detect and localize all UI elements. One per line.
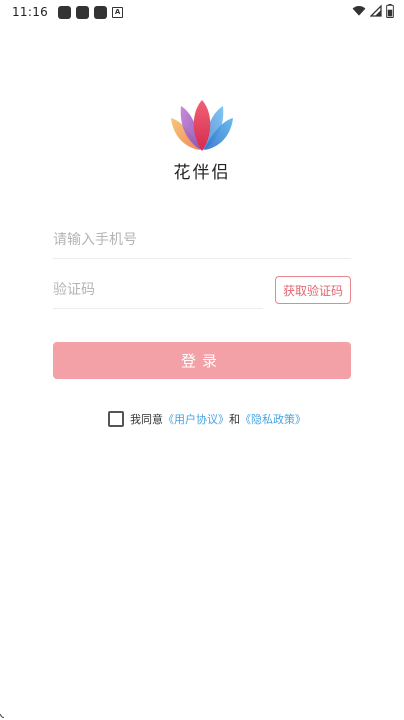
notification-icon [58,5,72,19]
phone-field [53,222,351,259]
signal-icon [370,4,382,17]
privacy-policy-link[interactable]: 《隐私政策》 [240,411,306,427]
agreement-conjunction: 和 [229,413,240,426]
status-bar: 11:16 A [0,0,404,24]
user-agreement-link[interactable]: 《用户协议》 [163,411,229,427]
get-verification-code-button[interactable]: 获取验证码 [275,276,351,304]
phone-input[interactable] [53,232,351,248]
wifi-icon [352,6,366,16]
agreement-row: 我同意 《用户协议》 和 《隐私政策》 [108,410,306,428]
notification-area: A [58,5,124,19]
app-logo: 花伴侣 [0,98,404,183]
verification-code-input[interactable] [53,282,263,298]
notification-icon [76,5,90,19]
status-time: 11:16 [12,5,49,19]
notification-icon [94,5,108,19]
agreement-prefix: 我同意 [130,413,163,426]
a-icon: A [112,6,124,18]
code-field [53,272,263,309]
battery-icon [386,4,394,18]
lotus-logo-icon [171,100,233,151]
agreement-checkbox[interactable] [108,411,124,427]
app-name: 花伴侣 [173,163,231,183]
screen-corner-mark [0,714,4,718]
login-button[interactable]: 登录 [53,342,351,379]
status-right [352,4,394,18]
